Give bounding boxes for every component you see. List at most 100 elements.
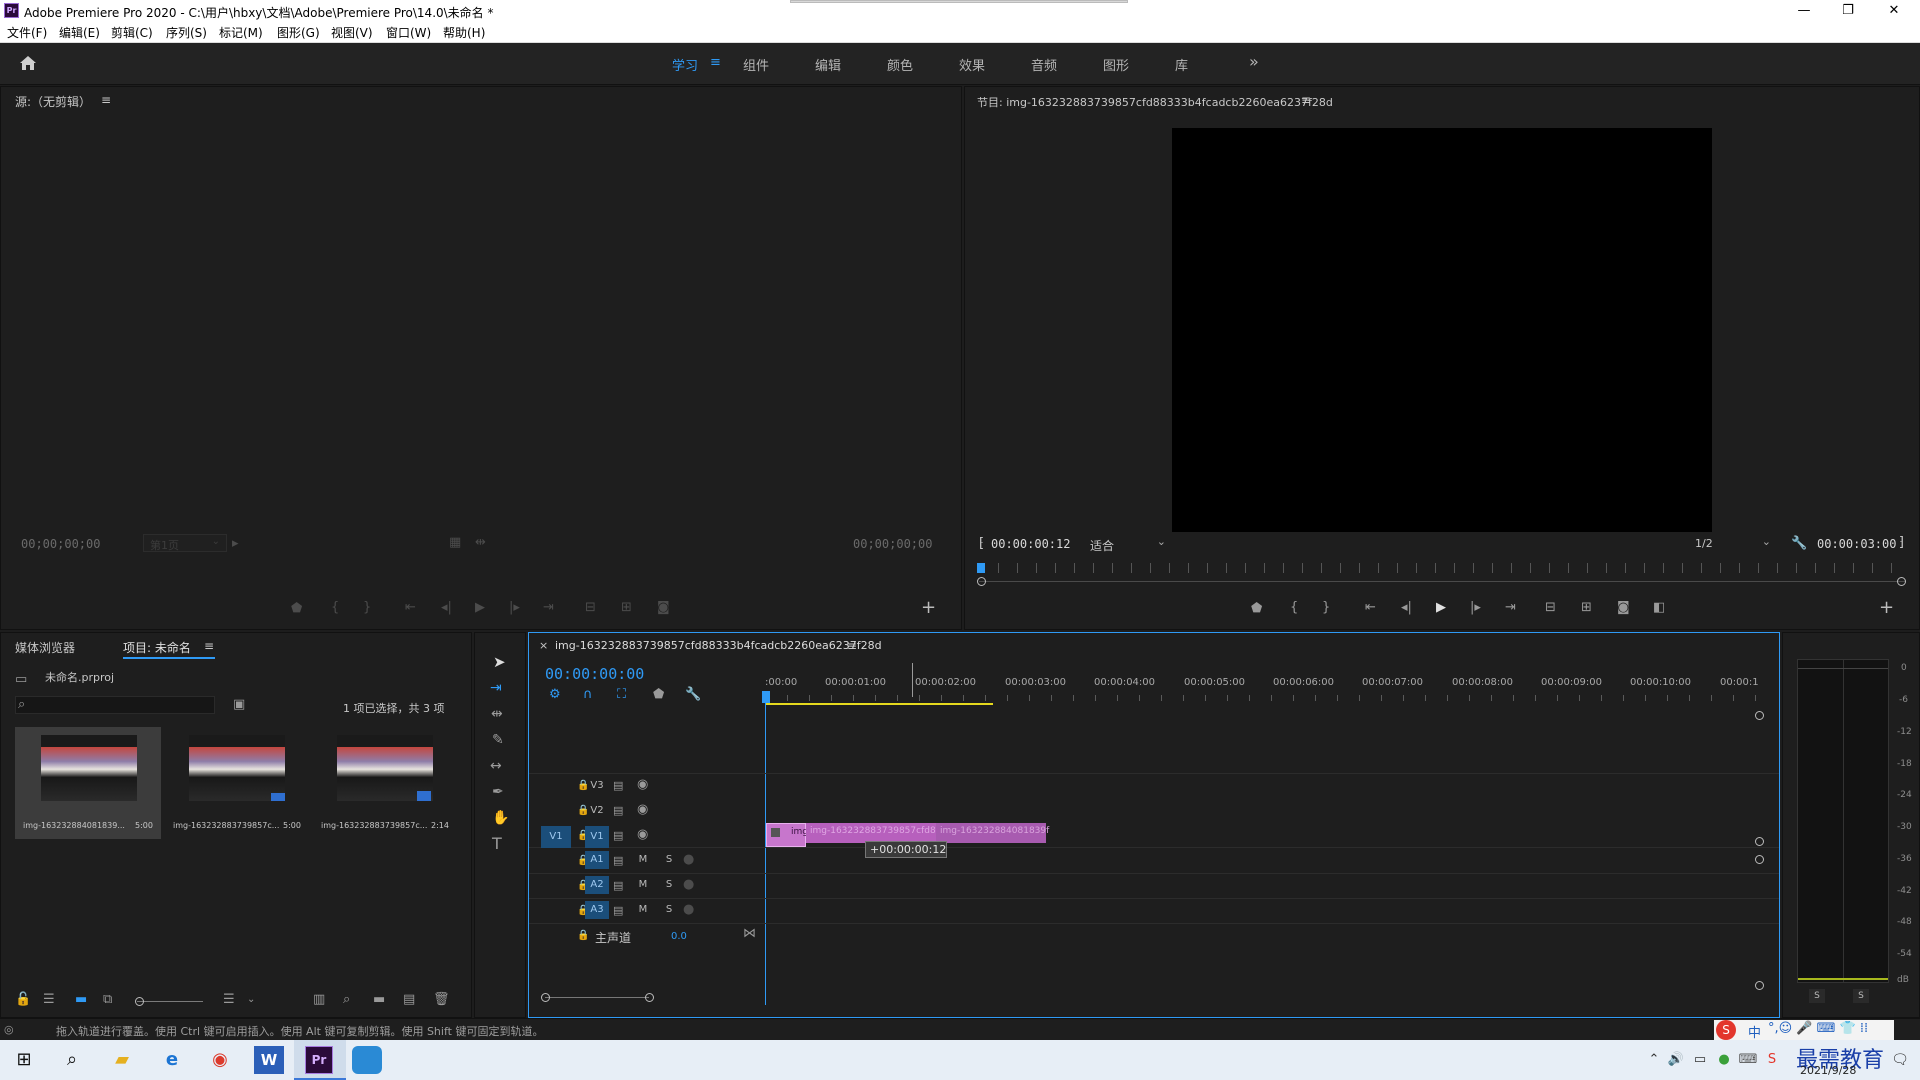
workspace-libraries[interactable]: 库 — [1175, 55, 1188, 74]
menu-window[interactable]: 窗口(W) — [386, 24, 431, 41]
freeform-view-icon[interactable]: ⧉ — [103, 993, 112, 1007]
mute-button[interactable]: M — [633, 901, 653, 919]
tablet-app-icon[interactable] — [352, 1046, 382, 1074]
go-to-end-icon[interactable]: ⋈ — [743, 927, 756, 941]
new-bin-from-search-icon[interactable]: ▣ — [233, 698, 245, 712]
new-item-icon[interactable]: ▤ — [403, 993, 415, 1007]
voiceover-mic-icon[interactable]: ● — [683, 853, 694, 867]
audio-scroll-handle[interactable] — [1755, 855, 1764, 864]
eye-icon[interactable]: ◉ — [637, 778, 648, 792]
type-tool-icon[interactable]: T — [492, 836, 502, 852]
source-patch-v1[interactable]: V1 — [541, 826, 571, 848]
step-forward-icon[interactable]: |▸ — [1470, 601, 1481, 615]
source-timecode-current[interactable]: 00;00;00;00 — [21, 537, 100, 551]
program-playhead[interactable] — [977, 563, 985, 573]
ime-tools-icon[interactable]: °,☺ 🎤 ⌨ 👕 ⁞⁞ — [1768, 1021, 1868, 1036]
export-frame-icon[interactable]: ◙ — [1617, 601, 1630, 615]
ime-mode-label[interactable]: 中 — [1748, 1022, 1761, 1041]
lift-icon[interactable]: ⊟ — [1545, 601, 1556, 615]
zoom-handle-right[interactable] — [1897, 577, 1906, 586]
sogou-ime-icon[interactable]: S — [1716, 1020, 1736, 1040]
workspace-color[interactable]: 颜色 — [887, 55, 913, 74]
slip-tool-icon[interactable]: ↔ — [490, 759, 502, 773]
solo-button[interactable]: S — [659, 876, 679, 894]
menu-help[interactable]: 帮助(H) — [443, 24, 485, 41]
program-mini-ruler[interactable] — [979, 563, 1905, 573]
windows-start-icon[interactable]: ⊞ — [10, 1046, 38, 1074]
solo-button[interactable]: S — [659, 901, 679, 919]
hand-tool-icon[interactable]: ✋ — [492, 811, 509, 825]
chevron-down-icon[interactable]: ⌄ — [247, 993, 255, 1007]
workspace-menu-icon[interactable]: ≡ — [710, 55, 721, 70]
timeline-clip[interactable]: img — [766, 823, 808, 847]
track-label-v3[interactable]: V3 — [587, 777, 607, 795]
program-timecode-current[interactable]: 00:00:00:12 — [991, 537, 1070, 551]
pen-tool-icon[interactable]: ✒ — [492, 785, 504, 799]
menu-marker[interactable]: 标记(M) — [219, 24, 263, 41]
project-panel-menu-icon[interactable]: ≡ — [204, 639, 214, 653]
sync-lock-icon[interactable]: ▤ — [613, 779, 623, 793]
sync-lock-icon[interactable]: ▤ — [613, 879, 623, 893]
timeline-tab-close-icon[interactable]: × — [539, 639, 548, 652]
menu-file[interactable]: 文件(F) — [7, 24, 47, 41]
time-ruler[interactable]: :00:00 00:00:01:00 00:00:02:00 00:00:03:… — [765, 677, 1765, 691]
track-label-a1[interactable]: A1 — [585, 851, 609, 869]
eye-icon[interactable]: ◉ — [637, 828, 648, 842]
master-volume-value[interactable]: 0.0 — [671, 931, 687, 942]
play-icon[interactable]: ▶ — [1436, 601, 1446, 615]
track-label-a3[interactable]: A3 — [585, 901, 609, 919]
new-bin-icon[interactable]: ▬ — [373, 993, 385, 1007]
resolution-select[interactable]: 1/2 ⌄ — [1691, 535, 1775, 553]
comparison-view-icon[interactable]: ◧ — [1653, 601, 1665, 615]
track-label-v1[interactable]: V1 — [585, 826, 609, 848]
workspace-more-icon[interactable]: » — [1249, 52, 1259, 71]
horizontal-zoom-handle-left[interactable] — [541, 993, 550, 1002]
timeline-playhead[interactable] — [762, 691, 770, 703]
project-item[interactable]: img-163232883739857c... 5:00 — [163, 727, 309, 839]
work-area-bar[interactable] — [765, 703, 993, 705]
timeline-settings-wrench-icon[interactable]: 🔧 — [685, 688, 701, 702]
source-add-button-icon[interactable]: + — [921, 597, 936, 618]
workspace-audio[interactable]: 音频 — [1031, 55, 1057, 74]
edge-browser-icon[interactable]: e — [158, 1046, 186, 1074]
voiceover-mic-icon[interactable]: ● — [683, 903, 694, 917]
taskbar-search-icon[interactable]: ⌕ — [58, 1046, 86, 1074]
track-select-tool-icon[interactable]: ⇥ — [490, 681, 502, 695]
search-input[interactable]: ⌕ — [15, 696, 215, 714]
sync-lock-icon[interactable]: ▤ — [613, 804, 623, 818]
meter-solo-right-button[interactable]: S — [1853, 989, 1869, 1003]
razor-tool-icon[interactable]: ✎ — [492, 733, 504, 747]
sync-lock-icon[interactable]: ▤ — [613, 829, 623, 843]
lock-icon[interactable]: 🔓 — [15, 993, 31, 1007]
timeline-clip[interactable]: img-163232884081839f — [936, 823, 1049, 843]
minimize-button[interactable]: — — [1782, 2, 1826, 20]
timeline-clip[interactable]: img-163232883739857cfd8 — [806, 823, 936, 843]
icon-view-icon[interactable]: ▬ — [75, 993, 87, 1007]
eye-icon[interactable]: ◉ — [637, 803, 648, 817]
meter-solo-left-button[interactable]: S — [1809, 989, 1825, 1003]
wrench-icon[interactable]: 🔧 — [1791, 537, 1807, 551]
ime-toolbar[interactable]: S 中 °,☺ 🎤 ⌨ 👕 ⁞⁞ — [1714, 1020, 1894, 1041]
snap-icon[interactable]: ∩ — [583, 688, 593, 702]
solo-button[interactable]: S — [659, 851, 679, 869]
menu-graphics[interactable]: 图形(G) — [277, 24, 320, 41]
horizontal-zoom-bar[interactable] — [545, 997, 649, 998]
program-add-button-icon[interactable]: + — [1879, 597, 1894, 618]
audio-scroll-handle[interactable] — [1755, 981, 1764, 990]
word-app-icon[interactable]: W — [254, 1046, 284, 1074]
menu-sequence[interactable]: 序列(S) — [166, 24, 207, 41]
workspace-editing[interactable]: 编辑 — [815, 55, 841, 74]
program-video-frame[interactable] — [1172, 128, 1712, 532]
track-label-a2[interactable]: A2 — [585, 876, 609, 894]
sort-icon[interactable]: ☰ — [223, 993, 235, 1007]
restore-button[interactable]: ❐ — [1826, 2, 1870, 20]
tab-project[interactable]: 项目: 未命名 — [123, 639, 191, 656]
linked-selection-icon[interactable]: ⛶ — [617, 688, 626, 702]
voiceover-mic-icon[interactable]: ● — [683, 878, 694, 892]
mute-button[interactable]: M — [633, 876, 653, 894]
zoom-slider-track[interactable] — [137, 1001, 203, 1002]
clear-icon[interactable]: 🗑 — [433, 993, 450, 1007]
page-select[interactable]: 第1页 ⌄ — [143, 534, 227, 552]
home-icon[interactable] — [18, 54, 38, 72]
find-icon[interactable]: ⌕ — [343, 993, 350, 1007]
